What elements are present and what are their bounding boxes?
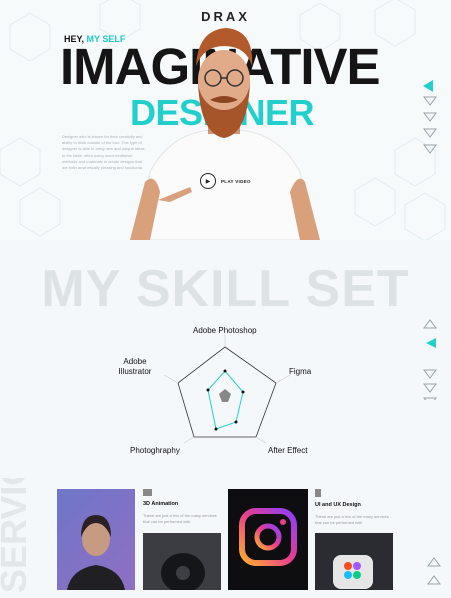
illustrator-line2: Illustrator — [118, 367, 152, 376]
skill-label-photoshop: Adobe Photoshop — [193, 326, 257, 335]
skill-label-photography: Photoghraphy — [130, 446, 180, 455]
play-video-label: PLAY VIDEO — [221, 178, 251, 184]
service-card-3d-animation[interactable]: 3D Animation These are just a few of the… — [143, 489, 223, 525]
service-desc: These are just a few of the many service… — [315, 514, 389, 525]
service-title: 3D Animation — [143, 501, 179, 507]
svg-text:SERVICES: SERVICES — [0, 478, 34, 593]
skills-slide-dots[interactable] — [422, 318, 438, 400]
services-slide-dots[interactable] — [426, 556, 442, 590]
illustrator-line1: Adobe — [123, 357, 147, 366]
hero-slide-dots[interactable] — [422, 95, 438, 165]
service-card-ui-ux[interactable]: UI and UX Design These are just a few of… — [315, 489, 395, 526]
service-desc: These are just a few of the many service… — [143, 513, 217, 524]
play-icon: ▶ — [200, 173, 216, 189]
hero-section: DRAX HEY, MY SELF IMAGINATIVE DESIGNER D… — [0, 0, 451, 240]
skill-label-aftereffect: After Effect — [268, 446, 308, 455]
slide-dot-active[interactable] — [423, 80, 433, 92]
services-heading: SERVICES — [0, 478, 34, 593]
play-video-button[interactable]: ▶ PLAY VIDEO — [200, 173, 251, 189]
service-image-figma-3d — [315, 533, 393, 590]
hero-portrait — [130, 28, 320, 240]
skills-radar-chart — [163, 335, 291, 444]
skill-label-illustrator: Adobe Illustrator — [110, 357, 160, 377]
service-image-instagram — [228, 489, 308, 590]
figma-icon — [315, 489, 321, 497]
service-image-portrait — [57, 489, 135, 590]
skills-heading: MY SKILL SET — [41, 260, 410, 318]
skill-label-figma: Figma — [289, 367, 312, 376]
camera-icon — [143, 489, 152, 496]
service-title: UI and UX Design — [315, 502, 361, 508]
service-image-speaker — [143, 533, 221, 590]
